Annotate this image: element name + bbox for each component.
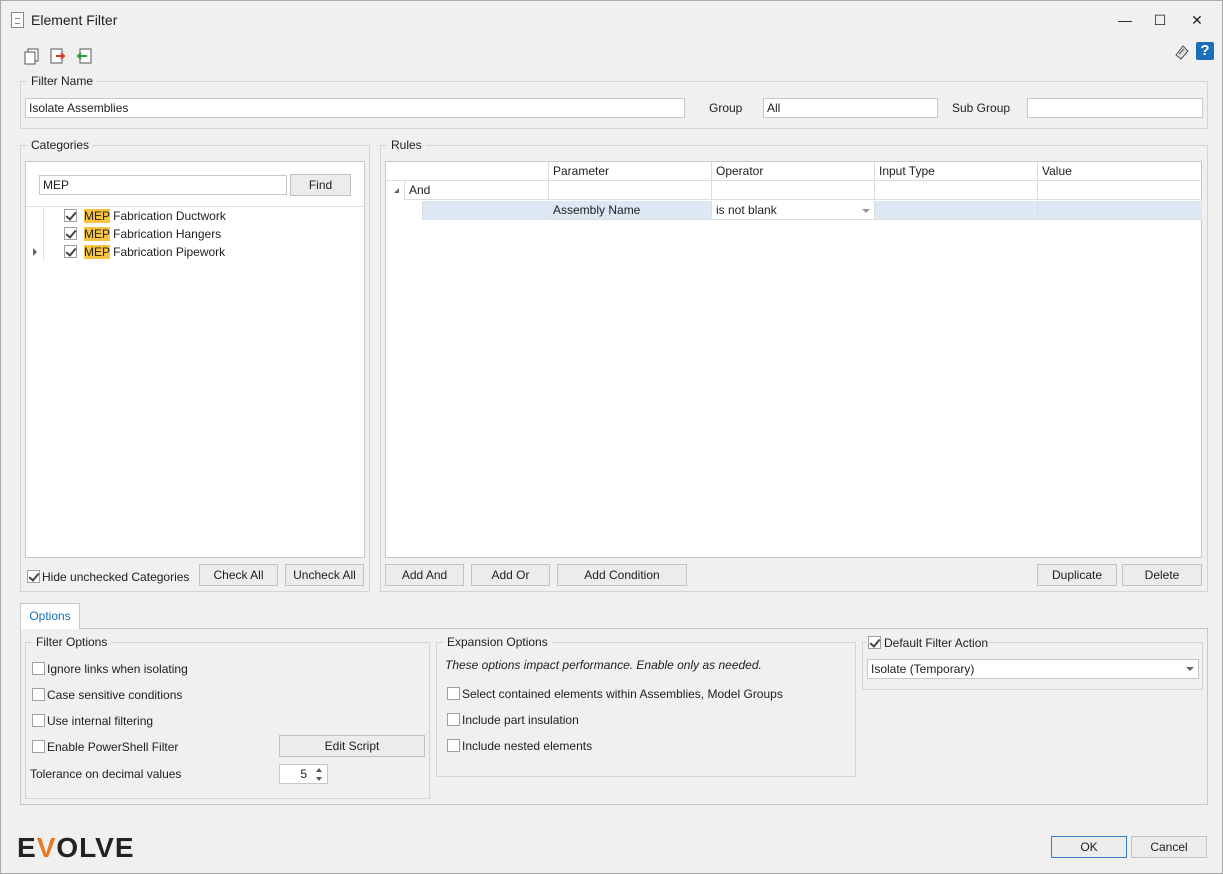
column-header-value[interactable]: Value — [1038, 162, 1202, 181]
uncheck-all-button[interactable]: Uncheck All — [285, 564, 364, 586]
default-action-label: Default Filter Action — [884, 636, 989, 650]
tolerance-stepper[interactable]: 5 — [279, 764, 328, 784]
stepper-down-icon[interactable] — [316, 777, 322, 781]
default-action-select[interactable]: Isolate (Temporary) — [867, 659, 1199, 679]
grid-cell — [549, 181, 712, 200]
category-name: Fabrication Pipework — [109, 245, 226, 259]
column-header-parameter[interactable]: Parameter — [549, 162, 712, 181]
list-item[interactable]: MEP Fabrication Pipework — [26, 243, 364, 261]
expand-arrow-icon[interactable] — [33, 248, 37, 256]
internal-filtering-checkbox[interactable] — [32, 714, 45, 727]
part-insulation-checkbox[interactable] — [447, 713, 460, 726]
internal-filtering-label: Use internal filtering — [47, 714, 154, 728]
case-sensitive-checkbox[interactable] — [32, 688, 45, 701]
category-checkbox[interactable] — [64, 245, 77, 258]
new-filter-icon[interactable] — [23, 47, 41, 65]
table-row[interactable]: And — [386, 181, 1202, 201]
ignore-links-checkbox[interactable] — [32, 662, 45, 675]
category-name: Fabrication Ductwork — [109, 209, 226, 223]
list-item[interactable]: MEP Fabrication Hangers — [26, 225, 364, 243]
category-label: MEP Fabrication Ductwork — [84, 209, 226, 223]
check-all-button[interactable]: Check All — [199, 564, 278, 586]
performance-note: These options impact performance. Enable… — [445, 658, 762, 672]
select-contained-label: Select contained elements within Assembl… — [462, 687, 783, 701]
export-icon[interactable] — [49, 47, 67, 65]
case-sensitive-label: Case sensitive conditions — [47, 688, 183, 702]
import-icon[interactable] — [75, 47, 93, 65]
sub-group-input[interactable] — [1027, 98, 1203, 118]
filter-name-input[interactable]: Isolate Assemblies — [25, 98, 685, 118]
select-contained-checkbox[interactable] — [447, 687, 460, 700]
part-insulation-label: Include part insulation — [462, 713, 579, 727]
close-button[interactable]: ✕ — [1183, 9, 1211, 31]
ignore-links-label: Ignore links when isolating — [47, 662, 188, 676]
hide-unchecked-checkbox[interactable] — [27, 570, 40, 583]
search-highlight: MEP — [84, 209, 110, 223]
table-row[interactable]: Assembly Name is not blank — [386, 201, 1202, 221]
filter-app-icon — [11, 12, 24, 28]
find-button[interactable]: Find — [290, 174, 351, 196]
sub-group-label: Sub Group — [952, 101, 1011, 115]
title-bar: Element Filter — ☐ ✕ — [1, 1, 1222, 39]
minimize-button[interactable]: — — [1111, 9, 1139, 31]
row-indent-line — [422, 201, 423, 220]
powershell-checkbox[interactable] — [32, 740, 45, 753]
operator-dropdown[interactable]: is not blank — [712, 201, 875, 220]
search-highlight: MEP — [84, 227, 110, 241]
expansion-options-label: Expansion Options — [443, 635, 552, 649]
filter-options-label: Filter Options — [32, 635, 112, 649]
rules-label: Rules — [387, 138, 426, 152]
nested-elements-checkbox[interactable] — [447, 739, 460, 752]
nested-elements-label: Include nested elements — [462, 739, 593, 753]
categories-panel: MEP Find MEP Fabrication Ductwork MEP Fa… — [25, 161, 365, 558]
search-highlight: MEP — [84, 245, 110, 259]
group-label: Group — [709, 101, 743, 115]
powershell-label: Enable PowerShell Filter — [47, 740, 179, 754]
help-icon[interactable]: ? — [1196, 42, 1214, 60]
chevron-down-icon[interactable] — [1186, 667, 1194, 671]
duplicate-button[interactable]: Duplicate — [1037, 564, 1117, 586]
grid-cell — [875, 181, 1038, 200]
grid-cell — [1038, 181, 1202, 200]
input-type-cell[interactable] — [875, 201, 1038, 220]
chevron-down-icon[interactable] — [862, 209, 870, 213]
tolerance-label: Tolerance on decimal values — [30, 767, 182, 781]
group-operator-cell[interactable]: And — [404, 181, 549, 200]
settings-icon[interactable] — [1173, 43, 1191, 61]
stepper-up-icon[interactable] — [316, 768, 322, 772]
category-label: MEP Fabrication Pipework — [84, 245, 225, 259]
cancel-button[interactable]: Cancel — [1131, 836, 1207, 858]
grid-header-blank — [386, 162, 549, 181]
element-filter-window: Element Filter — ☐ ✕ ? Filter Name Isola… — [0, 0, 1223, 874]
maximize-button[interactable]: ☐ — [1146, 9, 1174, 31]
ok-button[interactable]: OK — [1051, 836, 1127, 858]
add-or-button[interactable]: Add Or — [471, 564, 550, 586]
tab-options[interactable]: Options — [20, 603, 80, 629]
add-condition-button[interactable]: Add Condition — [557, 564, 687, 586]
default-action-checkbox[interactable] — [868, 636, 881, 649]
window-title: Element Filter — [31, 12, 118, 28]
filter-name-label: Filter Name — [27, 74, 98, 88]
category-label: MEP Fabrication Hangers — [84, 227, 221, 241]
category-checkbox[interactable] — [64, 227, 77, 240]
rules-grid: Parameter Operator Input Type Value And … — [385, 161, 1202, 558]
category-name: Fabrication Hangers — [109, 227, 222, 241]
hide-unchecked-label: Hide unchecked Categories — [42, 570, 190, 584]
category-search-input[interactable]: MEP — [39, 175, 287, 195]
group-input[interactable]: All — [763, 98, 938, 118]
delete-button[interactable]: Delete — [1122, 564, 1202, 586]
collapse-arrow-icon[interactable] — [394, 188, 399, 193]
add-and-button[interactable]: Add And — [385, 564, 464, 586]
categories-label: Categories — [27, 138, 94, 152]
grid-cell — [712, 181, 875, 200]
category-checkbox[interactable] — [64, 209, 77, 222]
evolve-logo: EVOLVE — [17, 832, 135, 863]
parameter-cell[interactable]: Assembly Name — [549, 201, 712, 220]
value-cell[interactable] — [1038, 201, 1202, 220]
column-header-operator[interactable]: Operator — [712, 162, 875, 181]
edit-script-button[interactable]: Edit Script — [279, 735, 425, 757]
list-item[interactable]: MEP Fabrication Ductwork — [26, 207, 364, 225]
column-header-input-type[interactable]: Input Type — [875, 162, 1038, 181]
